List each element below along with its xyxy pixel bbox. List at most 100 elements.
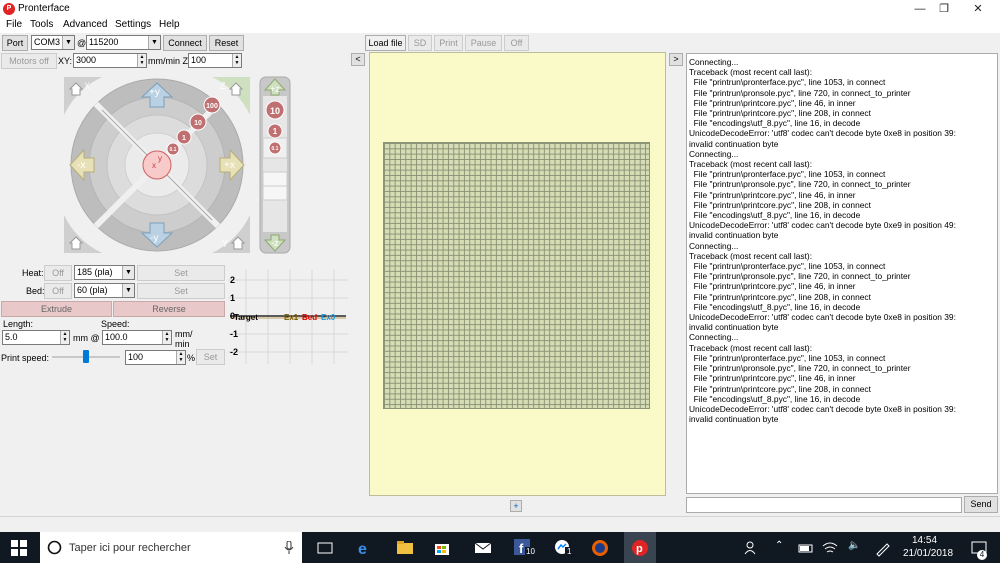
- console-line: Connecting...: [689, 332, 739, 343]
- mail-icon[interactable]: [473, 538, 493, 558]
- bed-select[interactable]: 60 (pla) ▼: [74, 283, 135, 298]
- menu-help[interactable]: Help: [159, 19, 180, 30]
- console-line: Connecting...: [689, 240, 739, 251]
- baud-select[interactable]: 115200 ▼: [86, 35, 161, 50]
- heat-label: Heat:: [22, 268, 44, 278]
- legend-ex0: Ex0: [321, 313, 336, 322]
- console-line: Connecting...: [689, 57, 739, 67]
- console-line: File "printrun\pronsole.pyc", line 720, …: [689, 179, 911, 190]
- window-title: Pronterface: [18, 3, 70, 14]
- center-x-label: x: [152, 161, 156, 170]
- extrude-button[interactable]: Extrude: [1, 301, 112, 317]
- build-plate-grid[interactable]: [383, 142, 650, 409]
- reset-button[interactable]: Reset: [209, 35, 244, 51]
- add-button[interactable]: +: [510, 500, 522, 512]
- console-line: invalid continuation byte: [689, 230, 779, 241]
- people-icon[interactable]: [742, 538, 762, 558]
- at-label: @: [77, 38, 87, 48]
- print-button[interactable]: Print: [434, 35, 463, 51]
- z-jog-control[interactable]: +z -z 10 1 0.1: [259, 76, 291, 254]
- windows-start-icon[interactable]: [11, 540, 27, 556]
- svg-text:f: f: [519, 541, 524, 556]
- reverse-button[interactable]: Reverse: [113, 301, 225, 317]
- console-line: File "printrun\printcore.pyc", line 46, …: [689, 189, 856, 200]
- collapse-left-button[interactable]: <: [351, 53, 365, 66]
- port-select[interactable]: COM3 ▼: [31, 35, 75, 50]
- menu-file[interactable]: File: [6, 19, 22, 30]
- send-button[interactable]: Send: [964, 496, 998, 513]
- clock-date[interactable]: 21/01/2018: [903, 548, 953, 559]
- menu-advanced[interactable]: Advanced: [63, 19, 107, 30]
- connect-button[interactable]: Connect: [163, 35, 207, 51]
- store-icon[interactable]: [432, 538, 452, 558]
- sd-button[interactable]: SD: [408, 35, 432, 51]
- console-log[interactable]: Connecting... Traceback (most recent call…: [686, 53, 998, 494]
- off-button[interactable]: Off: [504, 35, 529, 51]
- console-line: File "printrun\printcore.pyc", line 46, …: [689, 281, 856, 292]
- step-label-10: 10: [194, 120, 202, 127]
- wifi-icon[interactable]: [820, 538, 840, 558]
- console-line: UnicodeDecodeError: 'utf8' codec can't d…: [689, 220, 956, 231]
- z-step-label-1: 1: [273, 127, 278, 136]
- print-speed-slider-thumb[interactable]: [83, 350, 89, 363]
- legend-target: Target: [234, 313, 258, 322]
- length-input[interactable]: 5.0 ▲ ▼: [2, 330, 70, 345]
- home-z-label: Z: [220, 81, 226, 91]
- speed-label: Speed:: [101, 319, 130, 329]
- load-file-button[interactable]: Load file: [365, 35, 406, 51]
- task-view-icon[interactable]: [315, 538, 335, 558]
- menu-settings[interactable]: Settings: [115, 19, 151, 30]
- microphone-icon[interactable]: [284, 541, 294, 555]
- console-line: File "encodings\utf_8.pyc", line 16, in …: [689, 118, 861, 129]
- heat-select[interactable]: 185 (pla) ▼: [74, 265, 135, 280]
- print-speed-set-button[interactable]: Set: [196, 349, 225, 365]
- heat-value: 185 (pla): [77, 267, 113, 277]
- port-button[interactable]: Port: [2, 35, 28, 51]
- clock-time[interactable]: 14:54: [912, 535, 937, 546]
- bed-label: Bed:: [26, 286, 45, 296]
- console-line: File "printrun\pronterface.pyc", line 10…: [689, 261, 886, 272]
- firefox-icon[interactable]: [590, 538, 610, 558]
- chevron-down-icon: ▼: [148, 36, 160, 49]
- xy-jog-control[interactable]: X Z Y +y -y -x +x 100 10 1 0.1 x y: [62, 75, 252, 255]
- pronterface-taskbar-icon[interactable]: p: [630, 538, 650, 558]
- show-hidden-icons-icon[interactable]: ⌃: [775, 540, 783, 551]
- file-explorer-icon[interactable]: [395, 538, 415, 558]
- console-line: File "encodings\utf_8.pyc", line 16, in …: [689, 393, 861, 404]
- pause-button[interactable]: Pause: [465, 35, 502, 51]
- bed-off-button[interactable]: Off: [44, 283, 72, 299]
- battery-icon[interactable]: [796, 538, 816, 558]
- taskbar-search-box[interactable]: Taper ici pour rechercher: [40, 532, 302, 563]
- maximize-button[interactable]: ❐: [928, 0, 960, 18]
- xy-speed-input[interactable]: 3000 ▲ ▼: [73, 53, 147, 68]
- console-line: File "printrun\pronsole.pyc", line 720, …: [689, 363, 911, 374]
- close-button[interactable]: ✕: [962, 0, 994, 18]
- spin-arrows-icon: ▲ ▼: [137, 54, 146, 67]
- graph-tick-minus-1: -1: [230, 329, 238, 339]
- speed-unit-1: mm/: [175, 329, 193, 339]
- menu-tools[interactable]: Tools: [30, 19, 53, 30]
- volume-muted-icon[interactable]: 🔈: [848, 540, 860, 551]
- speed-input[interactable]: 100.0 ▲ ▼: [102, 330, 172, 345]
- step-label-0-1: 0.1: [170, 147, 177, 153]
- minus-x-label: -x: [77, 160, 85, 171]
- console-line: File "printrun\pronterface.pyc", line 10…: [689, 352, 886, 363]
- port-value: COM3: [34, 37, 61, 47]
- pen-icon[interactable]: [873, 538, 893, 558]
- edge-icon[interactable]: e: [355, 538, 375, 558]
- z-speed-input[interactable]: 100 ▲ ▼: [188, 53, 242, 68]
- plus-x-label: +x: [224, 160, 235, 171]
- heat-set-button[interactable]: Set: [137, 265, 225, 281]
- graph-tick-1: 1: [230, 293, 235, 303]
- step-label-1: 1: [182, 135, 186, 142]
- collapse-right-button[interactable]: >: [669, 53, 683, 66]
- minus-y-label: -y: [150, 233, 158, 244]
- heat-off-button[interactable]: Off: [44, 265, 72, 281]
- print-speed-input[interactable]: 100 ▲ ▼: [125, 350, 186, 365]
- bed-set-button[interactable]: Set: [137, 283, 225, 299]
- spin-arrows-icon: ▲ ▼: [60, 331, 69, 344]
- motors-off-button[interactable]: Motors off: [1, 53, 57, 69]
- chevron-down-icon: ▼: [122, 266, 134, 279]
- command-input[interactable]: [686, 497, 962, 513]
- plus-y-label: +y: [149, 87, 160, 98]
